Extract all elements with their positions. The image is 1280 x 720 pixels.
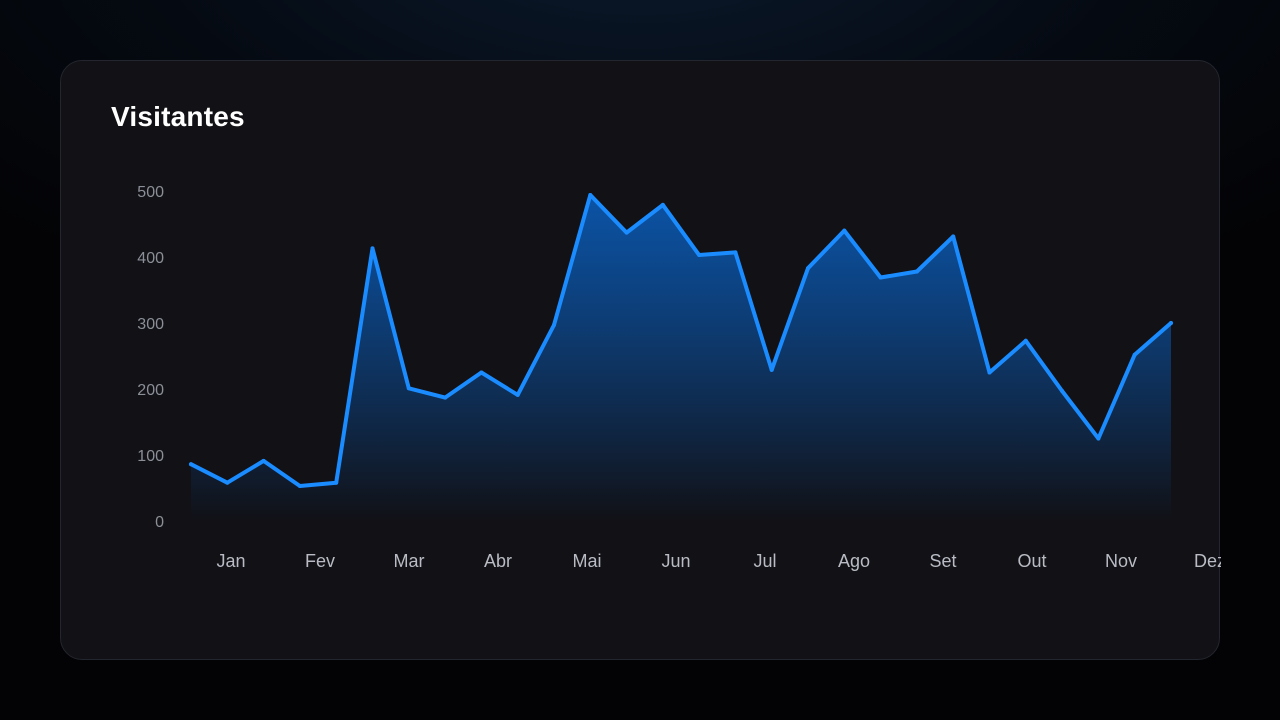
data-point <box>1023 338 1028 343</box>
y-axis: 0 100 200 300 400 500 <box>137 184 164 531</box>
data-point <box>1096 436 1101 441</box>
data-point <box>769 367 774 372</box>
x-tick-label: Nov <box>1105 551 1137 571</box>
y-tick-label: 100 <box>137 448 164 465</box>
y-tick-label: 400 <box>137 250 164 267</box>
data-point <box>914 269 919 274</box>
data-point <box>697 253 702 257</box>
y-tick-label: 300 <box>137 316 164 333</box>
x-tick-label: Mai <box>572 551 601 571</box>
data-point <box>189 462 193 467</box>
data-point <box>624 230 629 235</box>
x-tick-label: Ago <box>838 551 870 571</box>
data-point <box>370 246 375 251</box>
x-tick-label: Jul <box>753 551 776 571</box>
x-tick-label: Jan <box>216 551 245 571</box>
data-point <box>588 193 593 197</box>
data-point <box>1169 321 1173 325</box>
data-point <box>334 480 339 485</box>
y-tick-label: 200 <box>137 382 164 399</box>
data-point <box>842 228 847 233</box>
data-point <box>297 484 302 488</box>
data-point <box>987 370 992 375</box>
x-tick-label: Mar <box>394 551 425 571</box>
data-point <box>443 395 448 400</box>
data-point <box>225 480 230 485</box>
data-point <box>951 234 956 239</box>
data-point <box>515 392 520 397</box>
data-point <box>1060 389 1065 393</box>
data-point <box>479 370 484 375</box>
x-axis: Jan Fev Mar Abr Mai Jun Jul Ago Set Out Nov Dez <box>216 551 1221 571</box>
x-tick-label: Out <box>1017 551 1046 571</box>
x-tick-label: Abr <box>484 551 512 571</box>
x-tick-label: Fev <box>305 551 335 571</box>
visitors-area-chart: 0 100 200 300 400 500 Jan Fev Mar Abr Mai Jun Jul Ag… <box>137 184 1221 571</box>
y-tick-label: 500 <box>137 184 164 201</box>
data-point <box>660 202 665 207</box>
data-point <box>1132 352 1137 357</box>
y-tick-label: 0 <box>155 514 164 531</box>
x-tick-label: Set <box>929 551 956 571</box>
data-point <box>261 458 266 463</box>
data-point <box>806 266 810 271</box>
data-point <box>733 250 738 255</box>
data-point <box>552 323 556 327</box>
data-point <box>406 386 411 391</box>
data-point <box>878 275 883 280</box>
x-tick-label: Jun <box>661 551 690 571</box>
x-tick-label: Dez <box>1194 551 1221 571</box>
chart-card: Visitantes 0 100 200 300 400 500 Jan Fev Mar Abr… <box>60 60 1221 660</box>
